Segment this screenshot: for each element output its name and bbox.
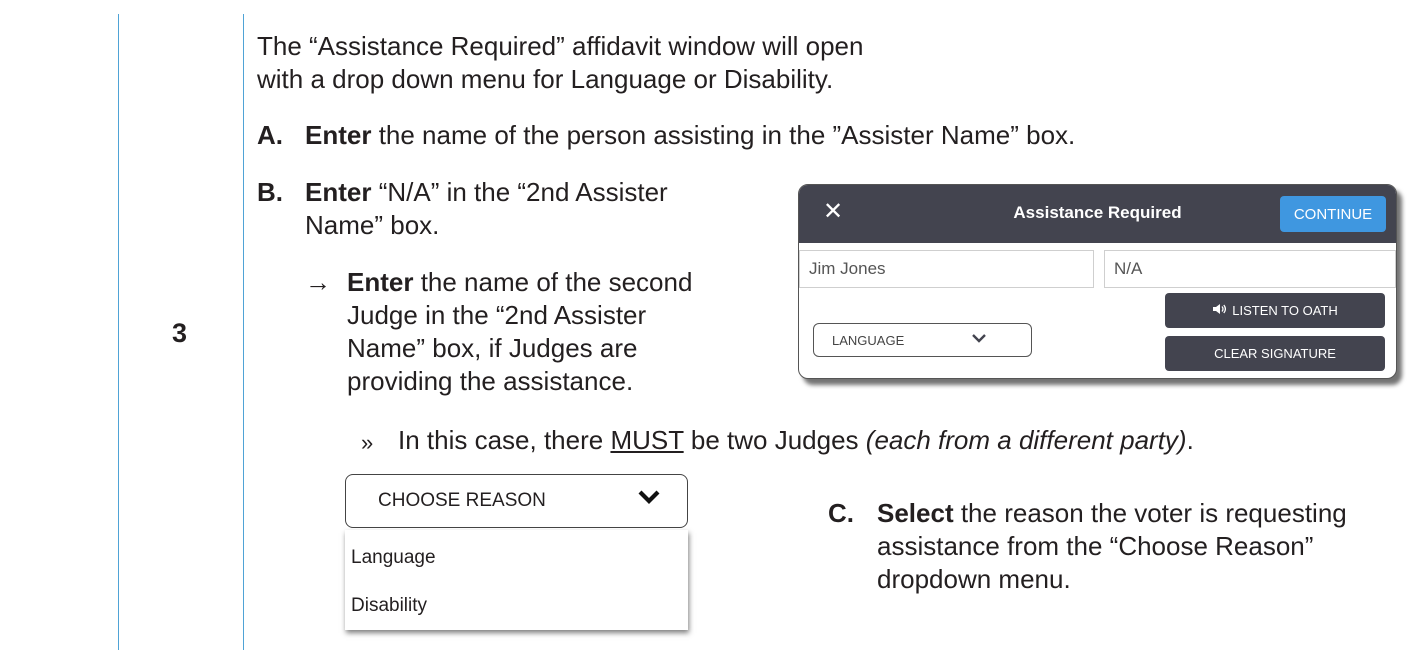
- step-arrow-text: Enter the name of the second Judge in th…: [347, 267, 693, 396]
- step-a-text: Enter the name of the person assisting i…: [305, 120, 1076, 150]
- table-left-rule: [118, 14, 119, 650]
- step-a-marker: A.: [257, 120, 283, 150]
- choose-reason-dropdown[interactable]: CHOOSE REASON: [345, 474, 688, 528]
- step-b-marker: B.: [257, 177, 283, 207]
- language-dropdown[interactable]: LANGUAGE: [813, 323, 1032, 357]
- reason-menu: Language Disability: [345, 530, 688, 630]
- table-divider-rule: [243, 14, 244, 650]
- chevron-down-icon: [637, 488, 661, 512]
- language-dropdown-label: LANGUAGE: [832, 332, 905, 348]
- step-b-text: Enter “N/A” in the “2nd Assister Name” b…: [305, 177, 668, 240]
- window-header: ✕ Assistance Required CONTINUE: [799, 185, 1396, 243]
- intro-text: The “Assistance Required” affidavit wind…: [257, 31, 864, 94]
- reason-option-disability[interactable]: Disability: [351, 595, 427, 617]
- step-c-marker: C.: [828, 498, 854, 528]
- listen-to-oath-button[interactable]: LISTEN TO OATH: [1165, 293, 1385, 328]
- note-bullet: »: [361, 430, 374, 455]
- second-assister-name-field[interactable]: N/A: [1104, 250, 1396, 288]
- assistance-required-window: ✕ Assistance Required CONTINUE Jim Jones…: [798, 184, 1397, 379]
- chevron-down-icon: [971, 330, 987, 346]
- reason-option-language[interactable]: Language: [351, 547, 436, 569]
- note-text: In this case, there MUST be two Judges (…: [398, 425, 1194, 455]
- clear-signature-button[interactable]: CLEAR SIGNATURE: [1165, 336, 1385, 371]
- step-number: 3: [172, 318, 188, 348]
- arrow-icon: →: [305, 267, 331, 297]
- assister-name-field[interactable]: Jim Jones: [799, 250, 1094, 288]
- listen-label: LISTEN TO OATH: [1232, 303, 1338, 318]
- choose-reason-label: CHOOSE REASON: [378, 490, 546, 511]
- step-c-text: Select the reason the voter is requestin…: [877, 498, 1347, 594]
- continue-button[interactable]: CONTINUE: [1280, 196, 1386, 232]
- speaker-icon: [1212, 303, 1227, 318]
